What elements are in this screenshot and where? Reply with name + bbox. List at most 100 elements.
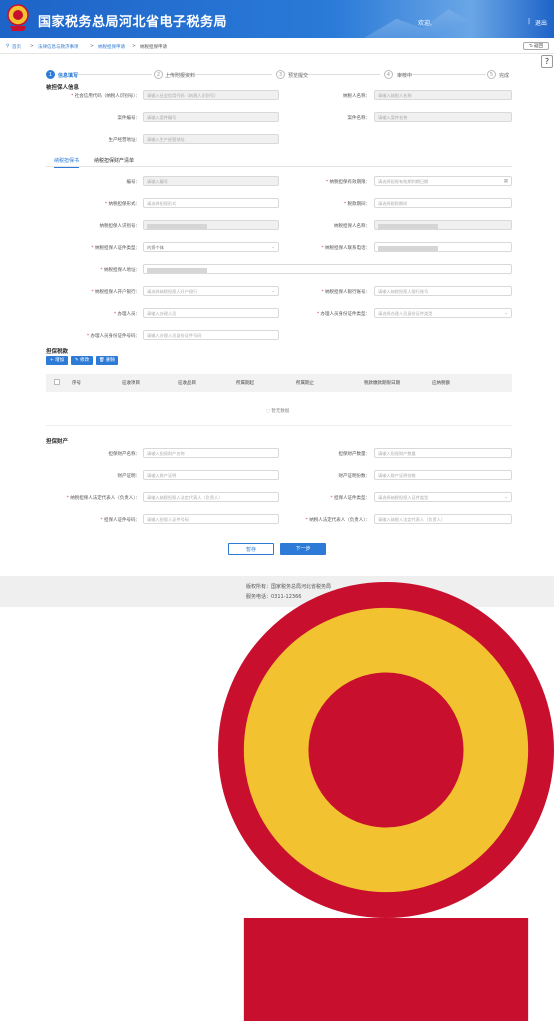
form-tabs: 纳税担保书 纳税担保财产清单 [46,154,512,168]
step-2-label: 上传附报资料 [165,73,196,79]
breadcrumb-home[interactable]: 首页 [12,44,21,50]
taxpayer-name-input[interactable]: 请输入纳税人名称 [374,90,512,100]
section-guarantor-info: 被担保人信息 [46,85,80,91]
redacted-value [147,223,207,229]
tab-guarantee-letter[interactable]: 纳税担保书 [54,157,80,168]
step-2-marker: 2 [154,70,163,79]
col-period-start: 所属期起 [236,381,254,386]
add-button[interactable]: + 增加 [46,356,68,365]
tax-emblem-icon [7,4,29,31]
case-name-label: 案件名称： [347,116,371,121]
taxpayer-name-label: 纳税人名称： [343,94,370,99]
step-3-label: 预览提交 [288,73,309,79]
deadline-picker[interactable]: 请选择担保有效期到期日期 ▦ [374,176,512,186]
select-all-checkbox[interactable] [54,379,60,385]
handler-idtype-label: * 办理人员身份证件类型： [316,312,370,317]
property-name-input[interactable]: 请输入担保财产名称 [143,448,279,458]
breadcrumb-sep: > [90,44,94,49]
deadline-label: * 纳税担保有效期限： [325,180,370,185]
site-title: 国家税务总局河北省电子税务局 [38,15,228,30]
id-type-label: * 担保人证件类型： [330,496,370,501]
contact-label: * 纳税担保人联系电话： [321,246,370,251]
property-qty-input[interactable]: 请输入担保财产数量 [374,448,512,458]
step-5-label: 完成 [499,73,510,79]
taxpayer-rep-input[interactable]: 请输入纳税人法定代表人（负责人） [374,514,512,524]
col-due-date: 税款缴款期限日期 [364,381,400,386]
col-index: 序号 [72,381,81,386]
case-no-input[interactable]: 请输入案件编号 [143,112,279,122]
handler-idno-label: * 办理人员身份证件号码： [86,334,140,339]
guarantor-addr-input[interactable] [143,264,512,274]
step-connector [74,74,152,75]
id-type-select[interactable]: 请选择纳税担保人证件类型 ⌄ [374,492,512,502]
cert-count-input[interactable]: 请输入财产证明份数 [374,470,512,480]
property-name-label: 担保财产名称： [108,452,141,457]
handler-idtype-select[interactable]: 请选择办理人员身份证件类型 ⌄ [374,308,512,318]
breadcrumb-sep: > [132,44,136,49]
col-subitem: 征收品目 [178,381,196,386]
contact-input[interactable] [374,242,512,252]
handler-label: * 办理人员： [113,312,140,317]
guarantor-name-input[interactable] [374,220,512,230]
edit-button[interactable]: ✎ 修改 [71,356,93,365]
step-1-marker: 1 [46,70,55,79]
help-icon[interactable]: ? [541,55,553,68]
section-guarantee-tax: 担保税款 [46,349,69,355]
legal-rep-label: * 纳税担保人法定代表人（负责人）： [66,496,140,501]
step-4-label: 审核中 [397,73,413,79]
col-period-end: 所属期止 [296,381,314,386]
step-1-label: 信息填写 [58,73,79,79]
credit-code-label: * 社会信用代码（纳税人识别号）： [71,94,140,99]
back-button[interactable]: ⮌ 返回 [523,42,549,50]
header-separator: | [528,18,531,25]
breadcrumb-sep: > [30,44,34,49]
form-type-label: * 纳税担保形式： [104,202,140,207]
chevron-down-icon: ⌄ [504,311,508,316]
step-connector [298,74,380,75]
legal-rep-input[interactable]: 请输入纳税担保人法定代表人（负责人） [143,492,279,502]
account-input[interactable]: 请输入纳税担保人银行账号 [374,286,512,296]
handler-input[interactable]: 请输入办理人员 [143,308,279,318]
footer-emblem-icon [218,582,554,1021]
redacted-value [378,223,438,229]
col-item: 征收项目 [122,381,140,386]
chevron-down-icon: ⌄ [504,495,508,500]
handler-idno-input[interactable]: 请输入办理人员身份证件号码 [143,330,279,340]
header-banner: 国家税务总局河北省电子税务局 欢迎, | 退出 [0,0,554,38]
bank-select[interactable]: 请选择纳税担保人开户银行 ⌄ [143,286,279,296]
id-no-label: * 担保人证件号码： [100,518,140,523]
credit-code-input[interactable]: 请输入社会信用代码（纳税人识别号） [143,90,279,100]
back-label: 返回 [534,44,544,49]
redacted-value [147,267,207,273]
property-qty-label: 担保财产数量： [338,452,371,457]
guarantor-id-label: 纳税担保人识别号： [99,224,141,229]
cert-count-label: 财产证明份数： [338,474,371,479]
delete-button[interactable]: 🗑 删除 [96,356,118,365]
redacted-value [378,245,438,251]
next-step-button[interactable]: 下一步 [280,543,326,555]
save-draft-button[interactable]: 暂存 [228,543,274,555]
tax-period-picker[interactable]: 请选择税款期间 [374,198,512,208]
number-label: 编号： [126,180,141,185]
bank-label: * 纳税担保人开户银行： [91,290,140,295]
tab-property-list[interactable]: 纳税担保财产清单 [94,157,134,164]
footer-hotline: 服务电话：0311-12366 [246,594,302,600]
section-guarantee-property: 担保财产 [46,439,69,445]
property-cert-label: 财产证明： [117,474,141,479]
col-tax-amount: 应纳税额 [432,381,450,386]
address-input[interactable]: 请输入生产经营地址 [143,134,279,144]
case-no-label: 案件编号： [117,116,141,121]
reg-type-select[interactable]: 内资个体 ⌄ [143,242,279,252]
logout-link[interactable]: 退出 [535,18,547,27]
step-4-marker: 4 [384,70,393,79]
tax-period-label: * 税款期间： [343,202,370,207]
form-type-select[interactable]: 请选择担保形式 [143,198,279,208]
case-name-input[interactable]: 请输入案件名称 [374,112,512,122]
number-input[interactable]: 请输入编号 [143,176,279,186]
breadcrumb: ⚲ 首页 > 法律信息与救济事项 > 纳税担保申请 > 纳税担保申请 [0,40,554,54]
property-cert-input[interactable]: 请输入财产证明 [143,470,279,480]
breadcrumb-guarantee[interactable]: 纳税担保申请 [98,44,125,50]
breadcrumb-legal[interactable]: 法律信息与救济事项 [38,44,79,50]
step-5-marker: 5 [487,70,496,79]
guarantor-id-input[interactable] [143,220,279,230]
